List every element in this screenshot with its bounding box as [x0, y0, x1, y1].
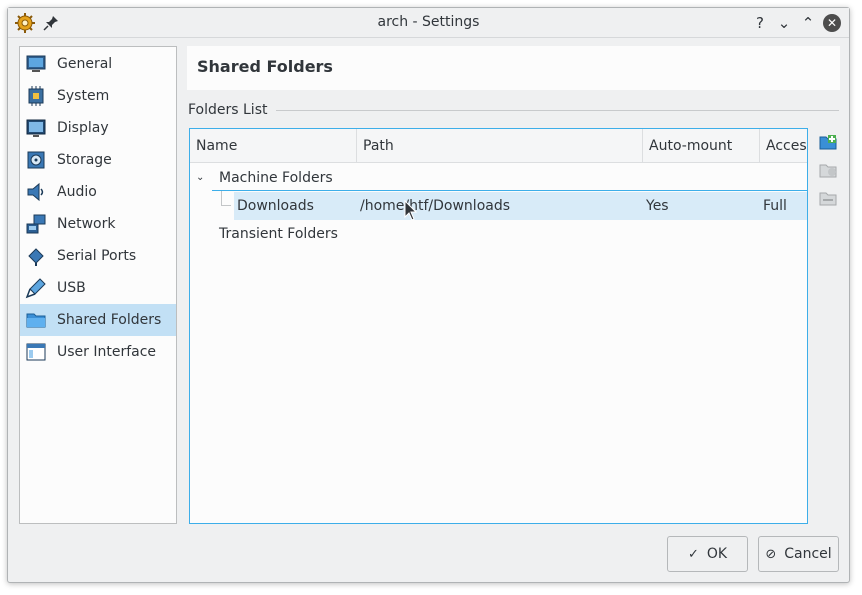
sidebar-item-label: System — [57, 88, 110, 104]
sidebar-item-label: User Interface — [57, 344, 157, 360]
sidebar-item-serial-ports[interactable]: Serial Ports — [20, 240, 176, 272]
sidebar-item-usb[interactable]: USB — [20, 272, 176, 304]
settings-sidebar: General System Display Storage Audio Net… — [19, 46, 177, 524]
tree-header: Name Path Auto-mount Acces — [190, 129, 807, 163]
monitor-icon — [26, 55, 46, 72]
usb-icon — [25, 278, 46, 299]
tree-branch-line — [221, 191, 222, 205]
sidebar-item-label: Shared Folders — [57, 312, 162, 328]
network-icon — [26, 214, 46, 234]
sidebar-item-network[interactable]: Network — [20, 208, 176, 240]
chip-icon — [28, 86, 44, 106]
check-icon: ✓ — [687, 546, 699, 562]
sidebar-item-system[interactable]: System — [20, 80, 176, 112]
sidebar-item-general[interactable]: General — [20, 48, 176, 80]
sidebar-item-storage[interactable]: Storage — [20, 144, 176, 176]
sidebar-item-audio[interactable]: Audio — [20, 176, 176, 208]
window-icon — [26, 343, 46, 361]
column-header-path[interactable]: Path — [357, 129, 643, 162]
folder-access: Full — [763, 198, 787, 214]
folder-automount: Yes — [646, 198, 669, 214]
sidebar-item-label: General — [57, 56, 113, 72]
ok-button[interactable]: ✓ OK — [667, 536, 748, 572]
sidebar-item-display[interactable]: Display — [20, 112, 176, 144]
folder-name: Downloads — [237, 198, 314, 214]
cancel-icon: ⊘ — [765, 546, 777, 562]
column-header-automount[interactable]: Auto-mount — [643, 129, 760, 162]
window-title: arch - Settings — [377, 14, 480, 30]
folder-icon — [26, 313, 46, 328]
serial-port-icon — [28, 248, 44, 266]
cancel-label: Cancel — [784, 546, 832, 562]
sidebar-item-label: USB — [57, 280, 86, 296]
help-button[interactable]: ? — [749, 12, 771, 34]
collapse-arrow-icon[interactable]: ⌄ — [196, 164, 204, 192]
add-folder-icon[interactable] — [818, 132, 838, 152]
cancel-button[interactable]: ⊘ Cancel — [758, 536, 839, 572]
edit-folder-icon[interactable] — [818, 160, 838, 180]
display-icon — [26, 119, 46, 137]
tree-group-transient[interactable]: Transient Folders — [190, 220, 807, 248]
group-label: Machine Folders — [219, 170, 333, 186]
sidebar-item-shared-folders[interactable]: Shared Folders — [20, 304, 176, 336]
group-separator — [212, 190, 807, 191]
column-header-access[interactable]: Acces — [760, 129, 807, 162]
maximize-button[interactable]: ⌃ — [797, 12, 819, 34]
settings-window: arch - Settings ? ⌄ ⌃ ✕ General System D… — [7, 7, 850, 583]
shared-folders-tree[interactable]: Name Path Auto-mount Acces ⌄ Machine Fol… — [189, 128, 808, 524]
title-bar[interactable]: arch - Settings ? ⌄ ⌃ ✕ — [8, 8, 849, 38]
group-divider — [276, 110, 839, 111]
remove-folder-icon[interactable] — [818, 188, 838, 208]
close-button[interactable]: ✕ — [823, 14, 841, 32]
page-header: Shared Folders — [187, 46, 840, 90]
disk-icon — [27, 151, 45, 169]
column-header-name[interactable]: Name — [190, 129, 357, 162]
page-title: Shared Folders — [197, 57, 333, 76]
group-label: Transient Folders — [219, 226, 338, 242]
sidebar-item-label: Audio — [57, 184, 97, 200]
speaker-icon — [27, 182, 44, 202]
ok-label: OK — [706, 546, 728, 562]
sidebar-item-label: Network — [57, 216, 116, 232]
folder-path: /home/htf/Downloads — [360, 198, 511, 214]
sidebar-item-label: Serial Ports — [57, 248, 137, 264]
sidebar-item-user-interface[interactable]: User Interface — [20, 336, 176, 368]
folders-list-label: Folders List — [188, 102, 268, 118]
minimize-button[interactable]: ⌄ — [773, 12, 795, 34]
sidebar-item-label: Storage — [57, 152, 112, 168]
sidebar-item-label: Display — [57, 120, 109, 136]
table-row[interactable]: Downloads /home/htf/Downloads Yes Full — [234, 192, 807, 220]
tree-group-machine[interactable]: ⌄ Machine Folders — [190, 164, 807, 192]
tree-branch-line — [221, 205, 231, 206]
mouse-cursor-icon — [404, 200, 418, 221]
